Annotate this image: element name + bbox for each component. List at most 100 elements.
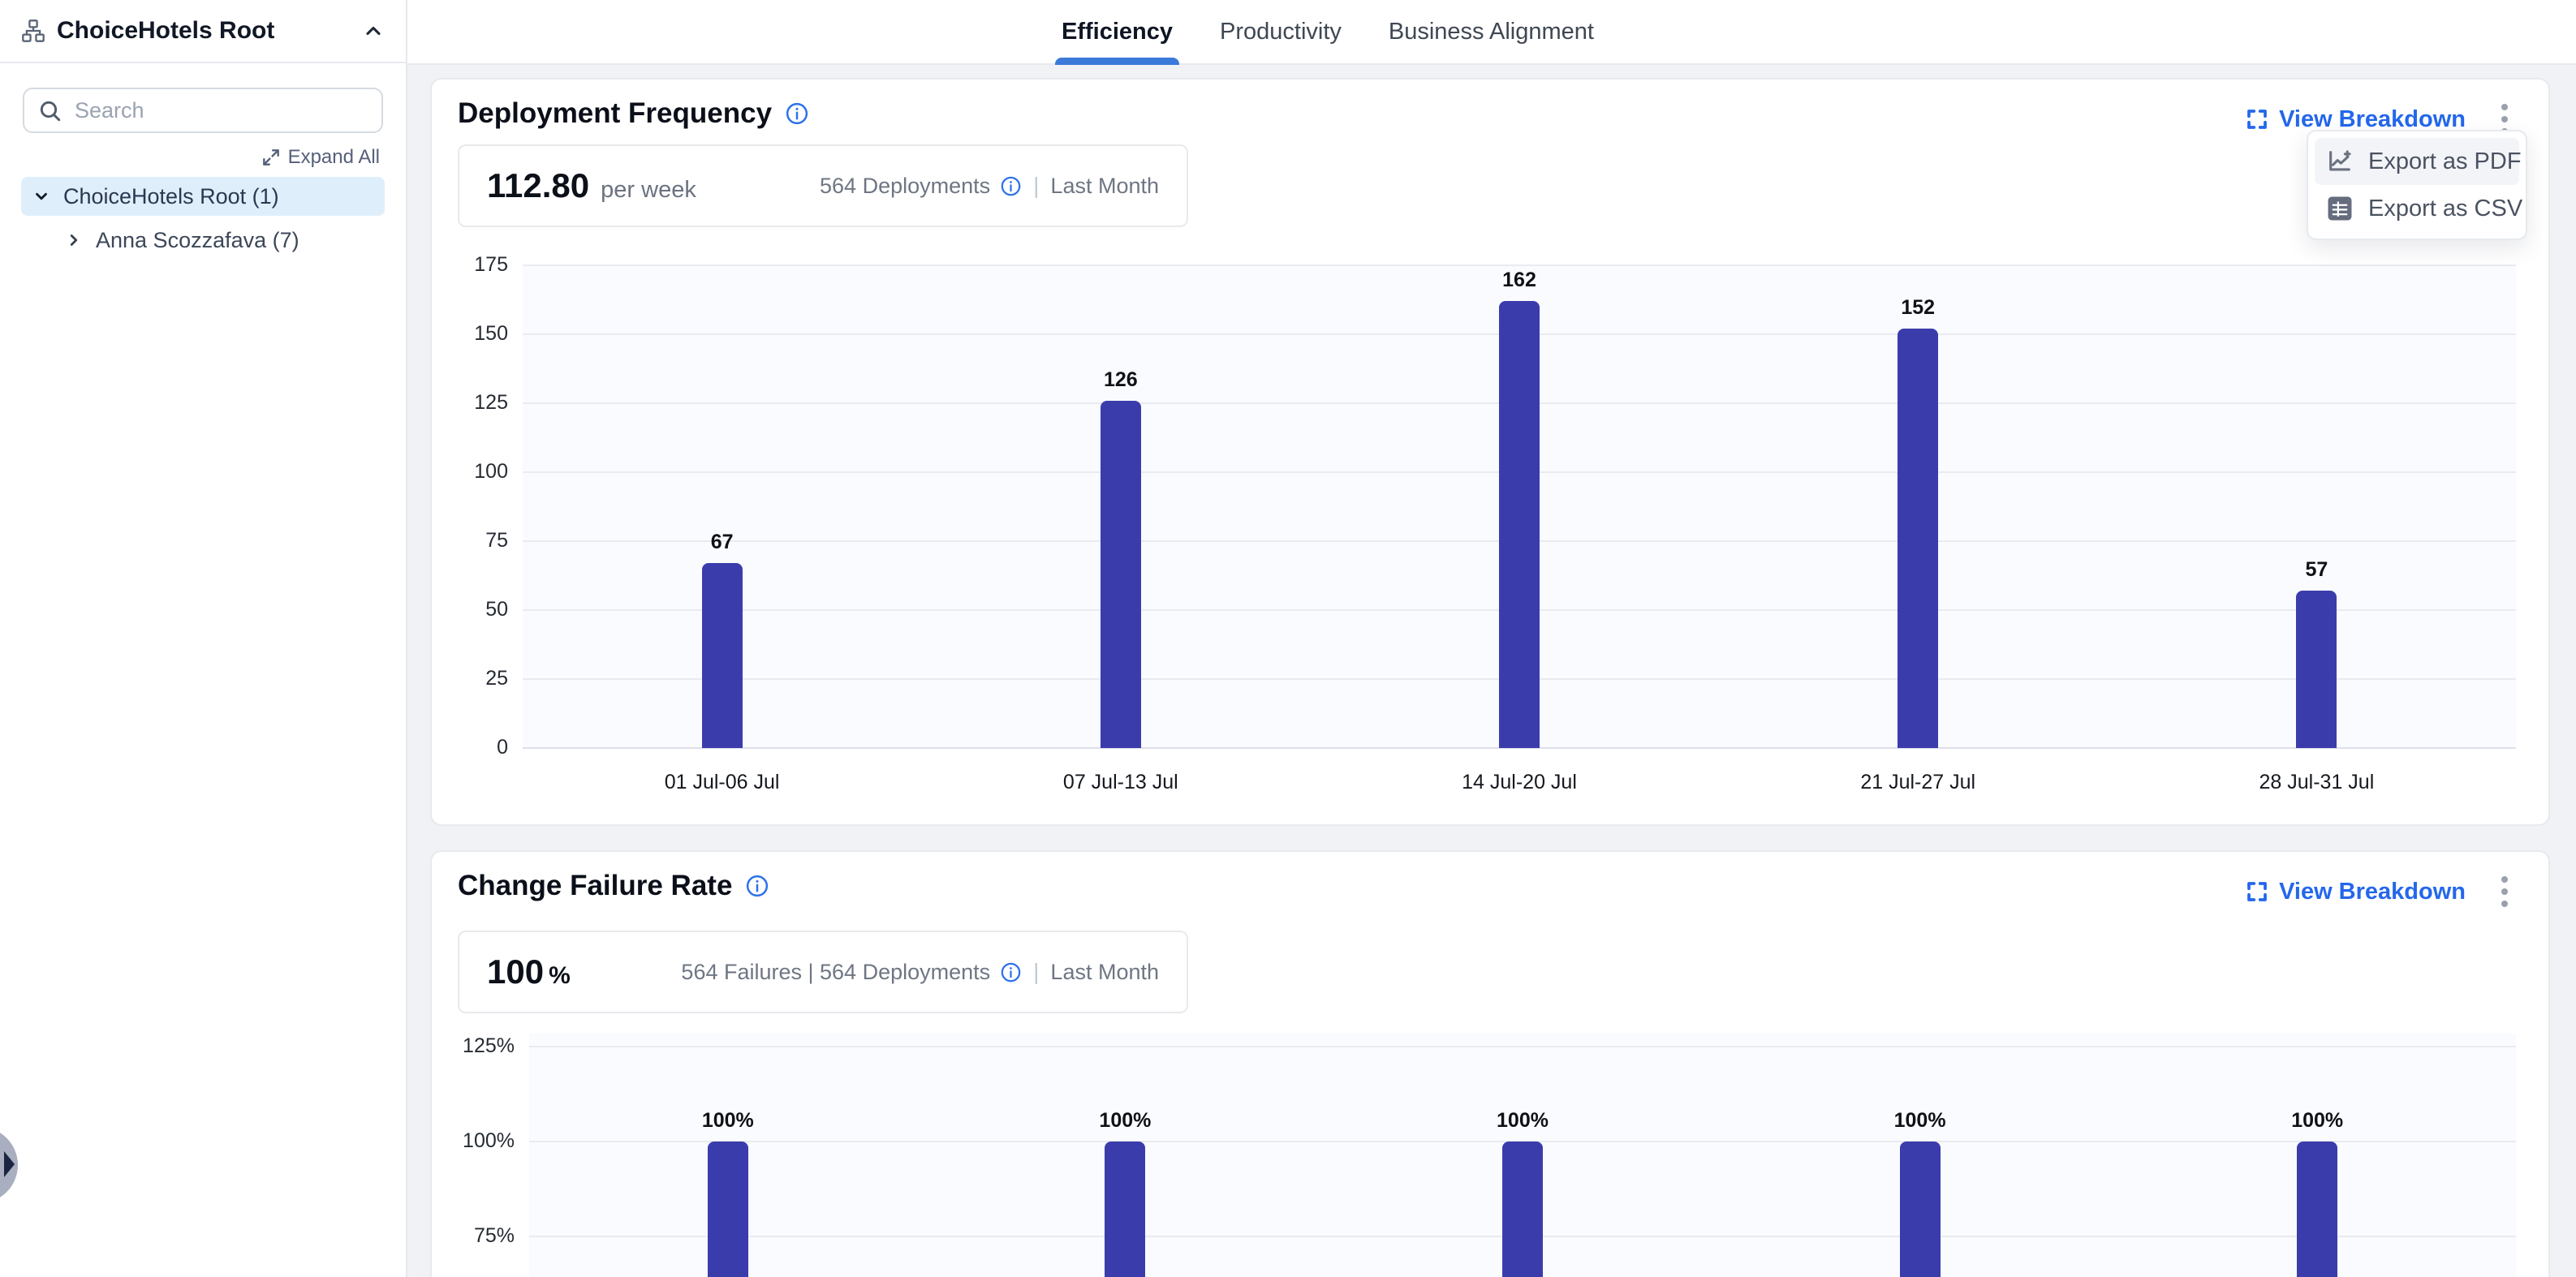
stat-period: Last Month (1050, 174, 1159, 199)
bar[interactable] (2297, 1142, 2337, 1277)
tab-business-alignment[interactable]: Business Alignment (1382, 0, 1600, 63)
info-icon[interactable] (1000, 961, 1022, 983)
plot-area: 100%100%100%100%100% (529, 1034, 2516, 1277)
x-axis-label: 14 Jul-20 Jul (1462, 771, 1577, 794)
bar-value-label: 67 (711, 531, 734, 554)
menu-item-export-csv[interactable]: Export as CSV (2315, 185, 2519, 232)
search-icon (37, 98, 63, 124)
tree-item-anna-scozzafava[interactable]: Anna Scozzafava (7) (54, 221, 385, 260)
chevron-down-icon[interactable] (32, 187, 50, 205)
tree-item-choicehotels-root[interactable]: ChoiceHotels Root (1) (21, 177, 385, 216)
x-axis-label: 28 Jul-31 Jul (2259, 771, 2375, 794)
y-axis-tick-label: 50 (458, 598, 508, 621)
bar-value-label: 126 (1104, 368, 1138, 392)
stat-summary-box: 100 % 564 Failures | 564 Deployments | L… (458, 931, 1188, 1013)
card-title: Deployment Frequency (458, 97, 772, 130)
info-icon[interactable] (745, 874, 769, 898)
bar[interactable] (1499, 301, 1540, 748)
bar[interactable] (1101, 401, 1141, 748)
expand-diagonal-arrows-icon (261, 147, 282, 168)
chart-export-icon (2326, 148, 2354, 175)
org-hierarchy-icon (21, 19, 45, 43)
x-axis-label: 07 Jul-13 Jul (1063, 771, 1178, 794)
bar-value-label: 100% (702, 1109, 754, 1133)
view-breakdown-button[interactable]: View Breakdown (2245, 106, 2466, 133)
y-axis-tick-label: 175 (458, 253, 508, 277)
x-axis-label: 01 Jul-06 Jul (665, 771, 780, 794)
play-right-triangle-icon (4, 1151, 15, 1177)
bar[interactable] (1898, 329, 1938, 748)
menu-item-label: Export as PDF (2368, 148, 2522, 175)
y-axis-tick-label: 75 (458, 529, 508, 553)
sidebar-collapse-chevron-up-icon[interactable] (362, 19, 385, 42)
expand-all-button[interactable]: Expand All (0, 146, 380, 169)
bar-value-label: 100% (2291, 1109, 2343, 1133)
bar-value-label: 152 (1901, 296, 1935, 320)
bar[interactable] (708, 1142, 748, 1277)
tab-productivity[interactable]: Productivity (1213, 0, 1348, 63)
bar[interactable] (2296, 591, 2337, 748)
info-icon[interactable] (785, 101, 809, 126)
y-axis-tick-label: 25 (458, 667, 508, 690)
fullscreen-corners-icon (2245, 107, 2269, 131)
y-axis-tick-label: 150 (458, 322, 508, 346)
expand-all-label: Expand All (288, 146, 380, 169)
y-axis-tick-label: 100 (458, 460, 508, 484)
deployment-frequency-card: Deployment Frequency (430, 78, 2550, 826)
bar[interactable] (1900, 1142, 1941, 1277)
main-area: Efficiency Productivity Business Alignme… (407, 0, 2576, 1277)
sidebar-title: ChoiceHotels Root (57, 17, 351, 45)
tree-item-label: Anna Scozzafava (7) (96, 228, 299, 253)
export-dropdown-menu: Export as PDF Export as CSV (2307, 130, 2527, 240)
sidebar-search (23, 88, 383, 133)
stat-value: 100 (487, 952, 544, 991)
search-input[interactable] (23, 88, 383, 133)
y-axis-tick-label: 0 (458, 736, 508, 759)
kebab-menu-icon[interactable] (2493, 871, 2516, 912)
top-tab-bar: Efficiency Productivity Business Alignme… (407, 0, 2576, 65)
view-breakdown-button[interactable]: View Breakdown (2245, 879, 2466, 905)
y-axis-tick-label: 125 (458, 391, 508, 415)
gridline (523, 264, 2516, 266)
bar[interactable] (1105, 1142, 1145, 1277)
change-failure-rate-chart: 100%100%100%100%100%75%100%125% (458, 1034, 2516, 1277)
dashboard-page: ChoiceHotels Root Expand (0, 0, 2576, 1277)
bar-value-label: 100% (1894, 1109, 1946, 1133)
tab-label: Business Alignment (1389, 19, 1594, 45)
bar[interactable] (702, 563, 743, 748)
view-breakdown-label: View Breakdown (2279, 106, 2466, 133)
tree-item-label: ChoiceHotels Root (1) (63, 184, 279, 209)
stat-unit: per week (601, 177, 696, 204)
x-axis-label: 21 Jul-27 Jul (1860, 771, 1975, 794)
sidebar-header: ChoiceHotels Root (0, 0, 406, 63)
menu-item-label: Export as CSV (2368, 196, 2522, 222)
stat-summary-box: 112.80 per week 564 Deployments | Last M… (458, 144, 1188, 227)
tab-label: Efficiency (1062, 19, 1173, 45)
bar[interactable] (1502, 1142, 1543, 1277)
change-failure-rate-card: Change Failure Rate (430, 850, 2550, 1277)
bar-value-label: 57 (2305, 558, 2328, 582)
chevron-right-icon[interactable] (65, 231, 83, 249)
stat-period: Last Month (1050, 960, 1159, 985)
active-tab-underline (1055, 58, 1179, 65)
bar-value-label: 100% (1497, 1109, 1549, 1133)
view-breakdown-label: View Breakdown (2279, 879, 2466, 905)
tab-efficiency[interactable]: Efficiency (1055, 0, 1179, 63)
plot-area: 67 126 162 152 57 (523, 265, 2516, 748)
sidebar-toggle-handle[interactable] (0, 1127, 18, 1203)
org-tree: ChoiceHotels Root (1) Anna Scozzafava (7… (21, 177, 385, 260)
gridline (529, 1046, 2516, 1047)
separator: | (1032, 959, 1040, 985)
info-icon[interactable] (1000, 175, 1022, 197)
card-title: Change Failure Rate (458, 870, 732, 902)
stat-value: 112.80 (487, 166, 589, 205)
menu-item-export-pdf[interactable]: Export as PDF (2315, 138, 2519, 185)
y-axis-tick-label: 100% (458, 1129, 515, 1153)
stat-meta-text: 564 Failures | 564 Deployments (681, 960, 990, 985)
fullscreen-corners-icon (2245, 879, 2269, 904)
org-sidebar: ChoiceHotels Root Expand (0, 0, 407, 1277)
y-axis-tick-label: 125% (458, 1034, 515, 1058)
bar-value-label: 162 (1502, 269, 1536, 292)
table-icon (2326, 195, 2354, 222)
stat-meta-text: 564 Deployments (820, 174, 990, 199)
